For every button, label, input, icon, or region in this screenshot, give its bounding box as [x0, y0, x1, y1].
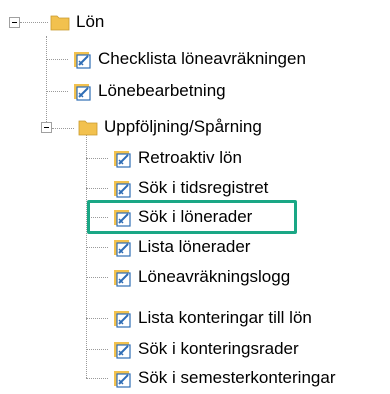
tree-item-label: Lön [76, 12, 105, 31]
tree-connector [46, 59, 68, 60]
collapse-toggle-uppfoljning[interactable] [41, 122, 52, 133]
tree-connector [86, 188, 108, 189]
tree-item-label: Sök i tidsregistret [138, 178, 269, 197]
tree-item-label: Sök i konteringsrader [138, 339, 299, 358]
report-icon [114, 270, 131, 287]
tree-item-label: Uppföljning/Spårning [104, 117, 262, 136]
tree-connector [86, 134, 87, 378]
report-icon [114, 342, 131, 359]
tree-item-loneavrakningslogg[interactable]: Löneavräkningslogg [112, 261, 290, 293]
tree-item-lista-lonerader[interactable]: Lista lönerader [112, 231, 250, 263]
tree-connector [86, 158, 108, 159]
tree-item-label: Checklista löneavräkningen [98, 49, 306, 68]
highlight-box [87, 200, 297, 234]
report-icon [114, 240, 131, 257]
tree-connector [86, 349, 108, 350]
report-icon [114, 181, 131, 198]
report-icon [114, 151, 131, 168]
tree-item-uppfoljning-sparning[interactable]: Uppföljning/Spårning [78, 111, 262, 143]
navigation-tree: Lön Checklista löneavräkningen Lönebearb… [0, 0, 390, 392]
report-icon [114, 371, 131, 388]
tree-item-sok-i-semesterkonteringar[interactable]: Sök i semesterkonteringar [112, 362, 335, 394]
tree-item-label: Lönebearbetning [98, 81, 226, 100]
tree-connector [86, 277, 108, 278]
folder-icon [50, 15, 70, 31]
tree-item-label: Löneavräkningslogg [138, 267, 291, 286]
tree-item-lista-konteringar-till-lon[interactable]: Lista konteringar till lön [112, 302, 312, 334]
tree-connector [20, 22, 48, 23]
report-icon [74, 84, 91, 101]
tree-item-label: Sök i semesterkonteringar [138, 368, 336, 387]
tree-item-label: Retroaktiv lön [138, 148, 242, 167]
tree-item-checklista-loneavrakningen[interactable]: Checklista löneavräkningen [72, 43, 306, 75]
report-icon [74, 52, 91, 69]
tree-connector [52, 128, 74, 129]
tree-item-sok-i-konteringsrader[interactable]: Sök i konteringsrader [112, 333, 299, 365]
tree-item-lon[interactable]: Lön [50, 6, 104, 38]
tree-connector [86, 378, 108, 379]
tree-connector [86, 318, 108, 319]
tree-item-label: Lista konteringar till lön [138, 308, 312, 327]
tree-connector [46, 91, 68, 92]
tree-item-lonebearbetning[interactable]: Lönebearbetning [72, 75, 226, 107]
tree-connector [86, 247, 108, 248]
report-icon [114, 311, 131, 328]
collapse-toggle-lon[interactable] [9, 17, 20, 28]
tree-connector [46, 36, 47, 128]
folder-icon [78, 120, 98, 136]
tree-item-label: Lista lönerader [138, 237, 251, 256]
tree-item-retroaktiv-lon[interactable]: Retroaktiv lön [112, 142, 242, 174]
